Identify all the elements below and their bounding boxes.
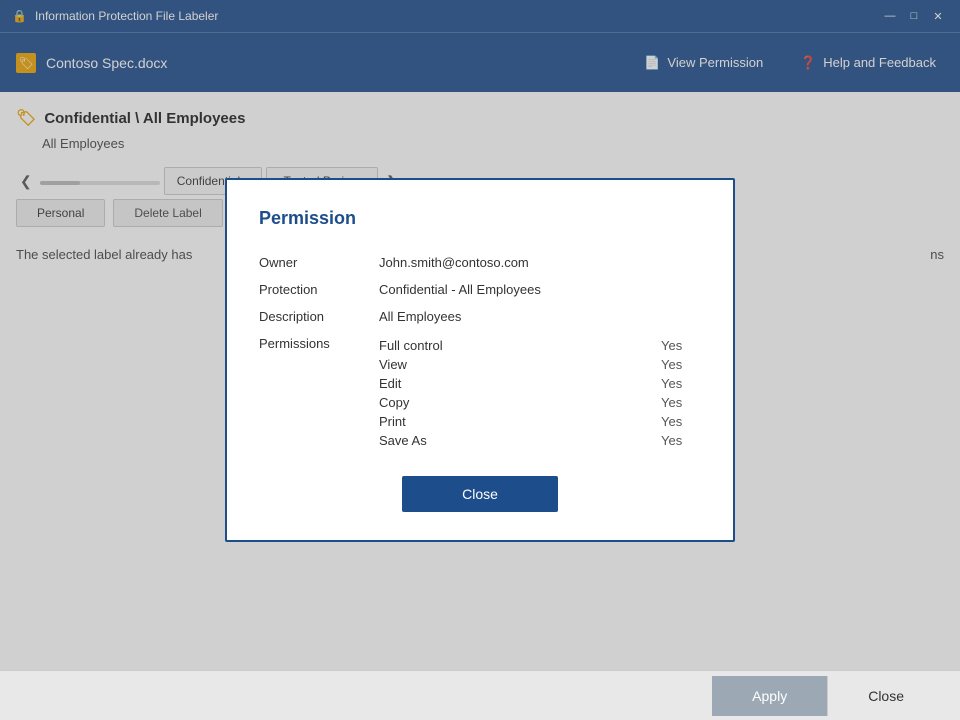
description-label: Description: [259, 303, 379, 330]
permissions-list: Full controlYesViewYesEditYesCopyYesPrin…: [379, 336, 701, 450]
permissions-row: Permissions Full control Yes View Yes Edit Ye…: [259, 330, 701, 456]
permissions-values: Full controlYesViewYesEditYesCopyYesPrin…: [379, 330, 701, 456]
apply-button[interactable]: Apply: [712, 676, 827, 716]
permission-dialog: Permission Owner John.smith@contoso.com …: [225, 178, 735, 542]
permission-item: Print Yes: [379, 412, 701, 431]
owner-row: Owner John.smith@contoso.com: [259, 249, 701, 276]
protection-label: Protection: [259, 276, 379, 303]
permission-value: Yes: [661, 357, 701, 372]
permissions-label: Permissions: [259, 330, 379, 456]
permission-value: Yes: [661, 414, 701, 429]
owner-value: John.smith@contoso.com: [379, 249, 701, 276]
permission-table: Owner John.smith@contoso.com Protection …: [259, 249, 701, 456]
permission-value: Yes: [661, 338, 701, 353]
permission-item: Copy Yes: [379, 393, 701, 412]
owner-label: Owner: [259, 249, 379, 276]
permission-item: View Yes: [379, 355, 701, 374]
dialog-title: Permission: [259, 208, 701, 229]
description-row: Description All Employees: [259, 303, 701, 330]
permission-name: Print: [379, 414, 479, 429]
permission-value: Yes: [661, 376, 701, 391]
description-value: All Employees: [379, 303, 701, 330]
permission-item: Save As Yes: [379, 431, 701, 450]
permission-name: Save As: [379, 433, 479, 448]
permission-name: Edit: [379, 376, 479, 391]
permission-name: View: [379, 357, 479, 372]
protection-row: Protection Confidential - All Employees: [259, 276, 701, 303]
permission-name: Copy: [379, 395, 479, 410]
permission-item: Full control Yes: [379, 336, 701, 355]
protection-value: Confidential - All Employees: [379, 276, 701, 303]
permission-item: Edit Yes: [379, 374, 701, 393]
dialog-close-button[interactable]: Close: [402, 476, 558, 512]
footer-bar: Apply Close: [0, 670, 960, 720]
footer-close-button[interactable]: Close: [827, 676, 944, 716]
permission-name: Full control: [379, 338, 479, 353]
permission-value: Yes: [661, 433, 701, 448]
permission-value: Yes: [661, 395, 701, 410]
